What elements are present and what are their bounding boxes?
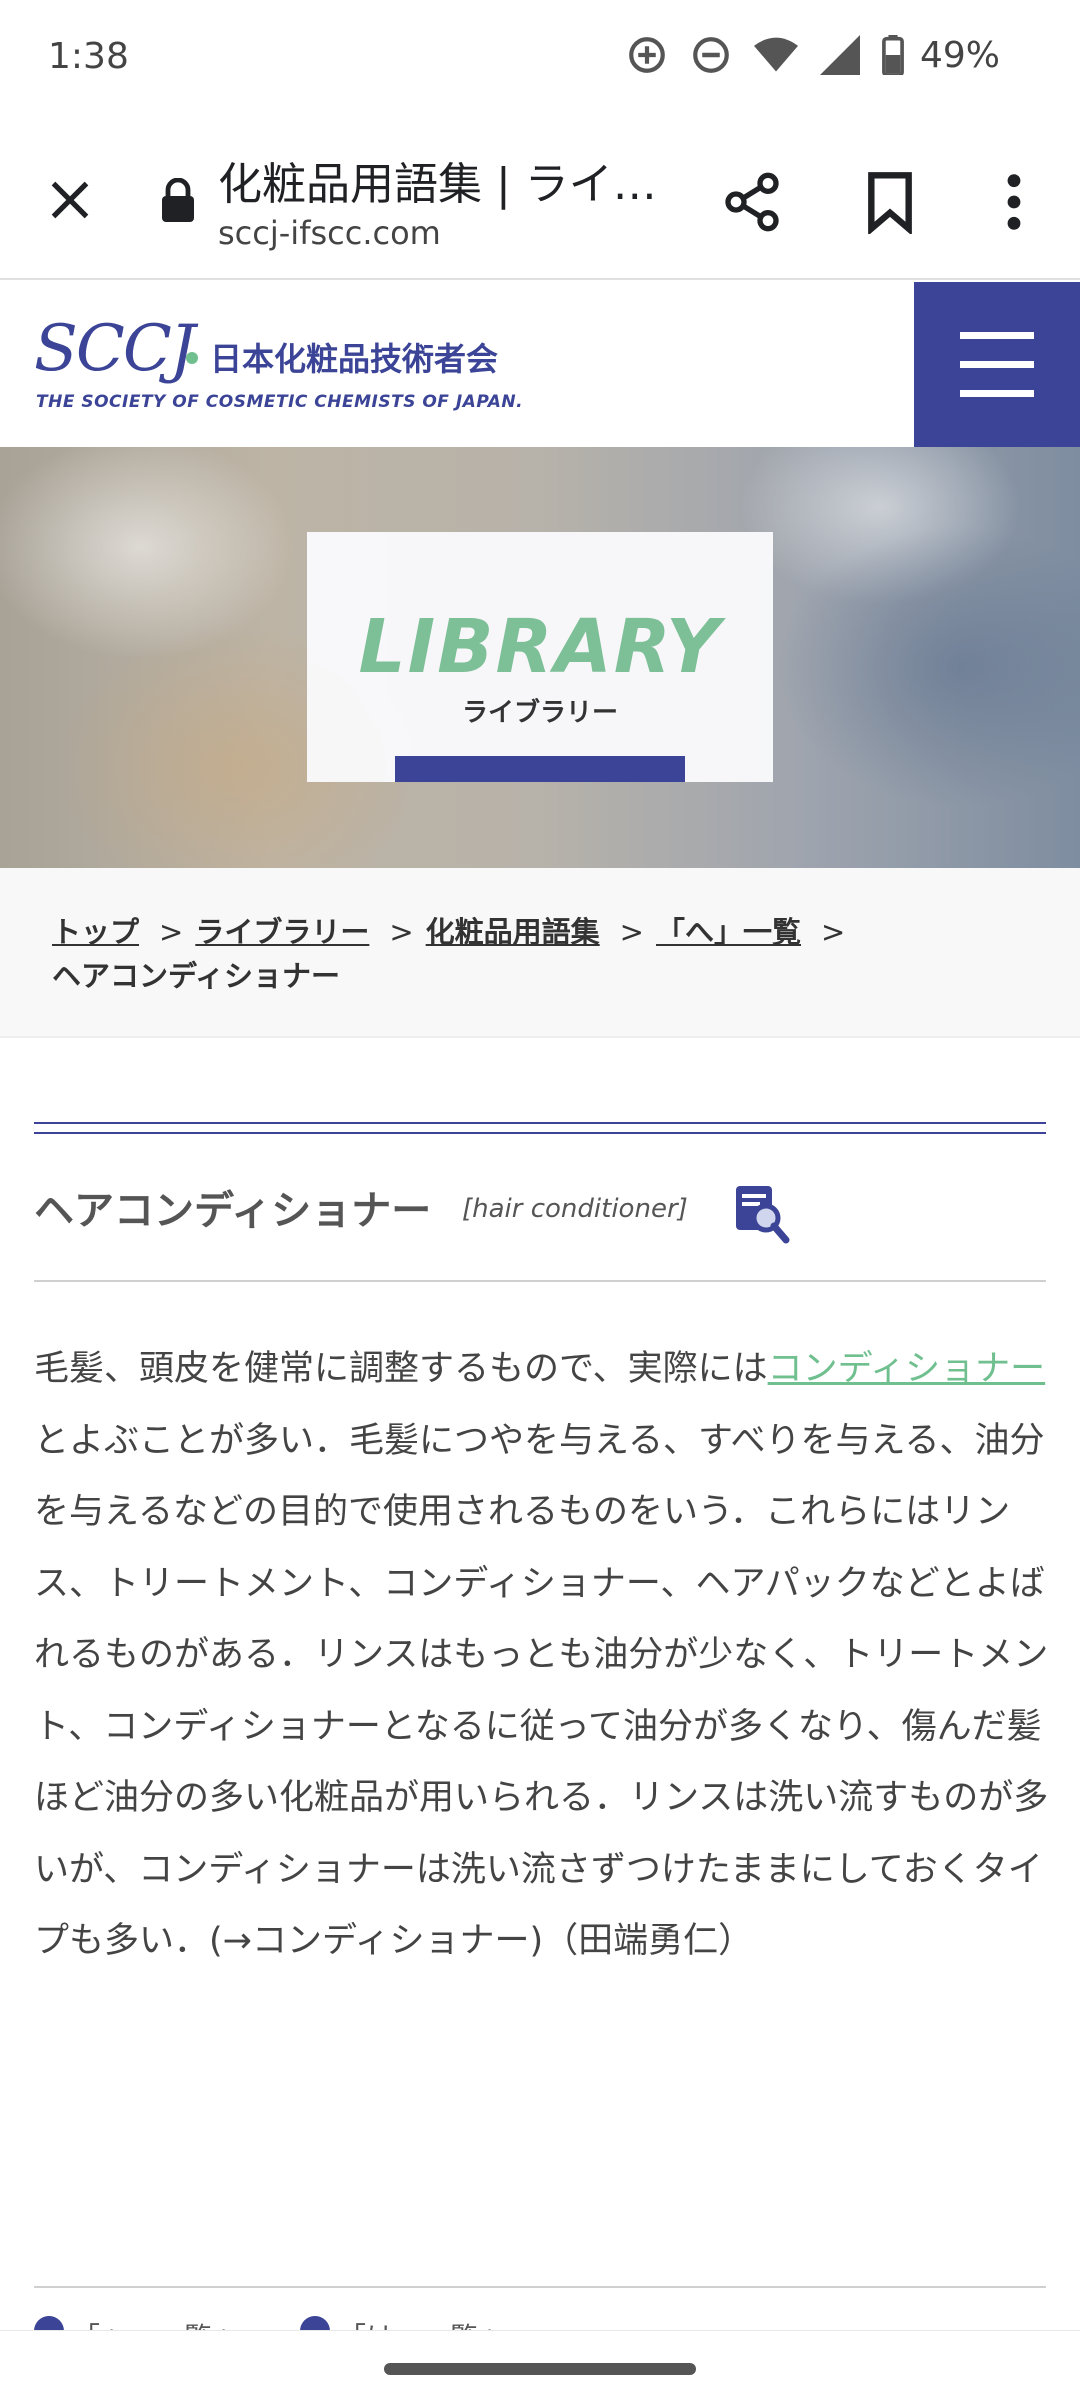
battery-percent: 49% [919, 34, 1000, 76]
logo-dot [186, 352, 198, 364]
breadcrumb-separator: > [619, 915, 644, 949]
menu-icon-bar [960, 390, 1034, 397]
hamburger-menu-button[interactable] [914, 282, 1080, 447]
menu-icon-bar [960, 361, 1034, 368]
hero-subtitle: ライブラリー [461, 698, 618, 728]
site-header: SCCJ 日本化粧品技術者会 THE SOCIETY OF COSMETIC C… [0, 282, 1080, 447]
close-tab-button[interactable] [40, 170, 100, 230]
term-heading: ヘアコンディショナー [hair conditioner] [34, 1170, 1046, 1280]
signal-icon [819, 35, 860, 75]
share-icon[interactable] [720, 170, 784, 234]
data-saver-icon [629, 37, 665, 73]
breadcrumb-link-glossary[interactable]: 化粧品用語集 [426, 915, 600, 949]
more-vert-icon[interactable] [990, 170, 1038, 234]
close-icon [51, 181, 89, 219]
menu-icon-bar [960, 332, 1034, 339]
breadcrumb: トップ > ライブラリー > 化粧品用語集 > 「へ」一覧 > ヘアコンディショナー [0, 868, 1080, 1038]
breadcrumb-current: ヘアコンディショナー [52, 959, 340, 993]
logo-japanese-name: 日本化粧品技術者会 [210, 340, 499, 378]
hero-banner: LIBRARY ライブラリー [0, 447, 1080, 868]
logo-mark: SCCJ [34, 312, 195, 386]
hero-accent-bar [395, 756, 685, 782]
dnd-icon [693, 37, 729, 73]
search-document-icon[interactable] [734, 1184, 790, 1244]
entry-body-text: 毛髪、頭皮を健常に調整するもので、実際には [34, 1349, 768, 1389]
status-bar: 1:38 49% [0, 0, 1080, 118]
home-gesture-handle[interactable] [384, 2363, 696, 2375]
footer-divider [34, 2286, 1046, 2288]
link-conditioner[interactable]: コンディショナー [768, 1349, 1046, 1389]
breadcrumb-separator: > [389, 915, 414, 949]
bookmark-icon[interactable] [862, 170, 918, 234]
section-divider [34, 1122, 1046, 1134]
page-title[interactable]: 化粧品用語集 | ライ… [218, 148, 668, 212]
status-icons: 49% [626, 34, 1000, 76]
breadcrumb-link-top[interactable]: トップ [52, 915, 139, 949]
entry-body: 毛髪、頭皮を健常に調整するもので、実際にはコンディショナーとよぶことが多い．毛髪… [34, 1334, 1050, 1978]
term-japanese: ヘアコンディショナー [34, 1188, 432, 1234]
wifi-icon [753, 37, 798, 72]
hero-card: LIBRARY ライブラリー [307, 532, 773, 782]
term-english: [hair conditioner] [462, 1194, 688, 1224]
page-url[interactable]: sccj-ifscc.com [218, 214, 441, 252]
browser-toolbar: 化粧品用語集 | ライ… sccj-ifscc.com [0, 118, 1080, 280]
breadcrumb-link-he-list[interactable]: 「へ」一覧 [656, 915, 801, 949]
breadcrumb-link-library[interactable]: ライブラリー [195, 915, 369, 949]
lock-icon[interactable] [160, 178, 196, 222]
system-nav-bar [0, 2330, 1080, 2400]
hero-title: LIBRARY [358, 604, 722, 690]
term-divider [34, 1280, 1046, 1282]
breadcrumb-separator: > [821, 915, 846, 949]
status-time: 1:38 [48, 36, 129, 77]
battery-icon [882, 35, 904, 75]
entry-body-text: とよぶことが多い．毛髪につやを与える、すべりを与える、油分を与えるなどの目的で使… [34, 1420, 1049, 1962]
breadcrumb-separator: > [159, 915, 184, 949]
logo-english-name: THE SOCIETY OF COSMETIC CHEMISTS OF JAPA… [36, 392, 524, 412]
site-logo[interactable]: SCCJ 日本化粧品技術者会 THE SOCIETY OF COSMETIC C… [34, 312, 534, 422]
